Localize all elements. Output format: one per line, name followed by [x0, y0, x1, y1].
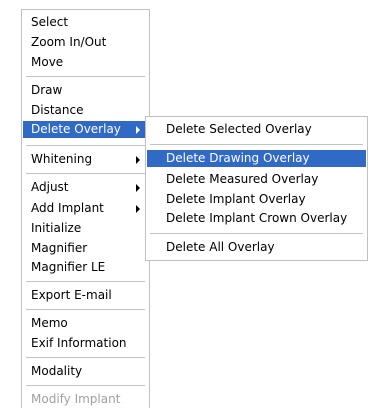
menu-item-label: Delete Measured Overlay — [166, 172, 319, 186]
menu-item-modify-implant: Modify Implant — [23, 391, 148, 408]
submenu-item-delete-implant-crown-overlay[interactable]: Delete Implant Crown Overlay — [147, 210, 366, 227]
menu-item-export-email[interactable]: Export E-mail — [23, 287, 148, 304]
menu-item-label: Memo — [31, 316, 68, 330]
submenu-arrow-icon — [136, 184, 140, 192]
menu-item-label: Delete Overlay — [31, 122, 121, 136]
menu-item-label: Distance — [31, 103, 84, 117]
menu-item-select[interactable]: Select — [23, 14, 148, 31]
menu-item-label: Initialize — [31, 221, 82, 235]
submenu-item-delete-selected-overlay[interactable]: Delete Selected Overlay — [147, 121, 366, 138]
menu-item-label: Zoom In/Out — [31, 35, 107, 49]
submenu-arrow-icon — [136, 205, 140, 213]
menu-item-magnifier[interactable]: Magnifier — [23, 240, 148, 257]
menu-item-label: Select — [31, 15, 69, 29]
menu-item-draw[interactable]: Draw — [23, 82, 148, 99]
menu-item-whitening[interactable]: Whitening — [23, 151, 148, 168]
menu-separator — [26, 173, 145, 174]
menu-separator — [150, 144, 363, 145]
menu-item-move[interactable]: Move — [23, 54, 148, 71]
menu-separator — [26, 385, 145, 386]
menu-separator — [26, 145, 145, 146]
submenu-item-delete-all-overlay[interactable]: Delete All Overlay — [147, 239, 366, 256]
menu-item-delete-overlay[interactable]: Delete Overlay — [23, 121, 148, 138]
menu-item-magnifier-le[interactable]: Magnifier LE — [23, 259, 148, 276]
menu-item-label: Magnifier LE — [31, 260, 106, 274]
menu-item-distance[interactable]: Distance — [23, 102, 148, 119]
menu-item-exif-information[interactable]: Exif Information — [23, 335, 148, 352]
submenu-item-delete-measured-overlay[interactable]: Delete Measured Overlay — [147, 171, 366, 188]
menu-item-label: Delete Implant Crown Overlay — [166, 211, 348, 225]
delete-overlay-submenu: Delete Selected Overlay Delete Drawing O… — [145, 116, 368, 261]
context-menu: Select Zoom In/Out Move Draw Distance De… — [21, 9, 150, 408]
submenu-item-delete-drawing-overlay[interactable]: Delete Drawing Overlay — [147, 150, 366, 167]
menu-item-label: Add Implant — [31, 201, 104, 215]
menu-separator — [26, 281, 145, 282]
menu-item-label: Move — [31, 55, 64, 69]
menu-item-label: Delete All Overlay — [166, 240, 275, 254]
submenu-arrow-icon — [136, 126, 140, 134]
menu-item-label: Modality — [31, 364, 83, 378]
menu-item-initialize[interactable]: Initialize — [23, 220, 148, 237]
submenu-item-delete-implant-overlay[interactable]: Delete Implant Overlay — [147, 191, 366, 208]
menu-item-label: Modify Implant — [31, 392, 121, 406]
menu-item-label: Whitening — [31, 152, 93, 166]
menu-item-label: Delete Drawing Overlay — [166, 151, 310, 165]
menu-separator — [26, 357, 145, 358]
menu-separator — [26, 309, 145, 310]
menu-item-label: Exif Information — [31, 336, 127, 350]
menu-item-label: Adjust — [31, 180, 69, 194]
menu-item-label: Delete Implant Overlay — [166, 192, 306, 206]
submenu-arrow-icon — [136, 156, 140, 164]
menu-separator — [150, 233, 363, 234]
menu-item-label: Delete Selected Overlay — [166, 122, 312, 136]
menu-item-label: Magnifier — [31, 241, 88, 255]
menu-item-add-implant[interactable]: Add Implant — [23, 200, 148, 217]
menu-item-modality[interactable]: Modality — [23, 363, 148, 380]
menu-item-adjust[interactable]: Adjust — [23, 179, 148, 196]
menu-separator — [26, 76, 145, 77]
menu-item-memo[interactable]: Memo — [23, 315, 148, 332]
menu-item-zoom-in-out[interactable]: Zoom In/Out — [23, 34, 148, 51]
menu-item-label: Export E-mail — [31, 288, 112, 302]
menu-item-label: Draw — [31, 83, 63, 97]
